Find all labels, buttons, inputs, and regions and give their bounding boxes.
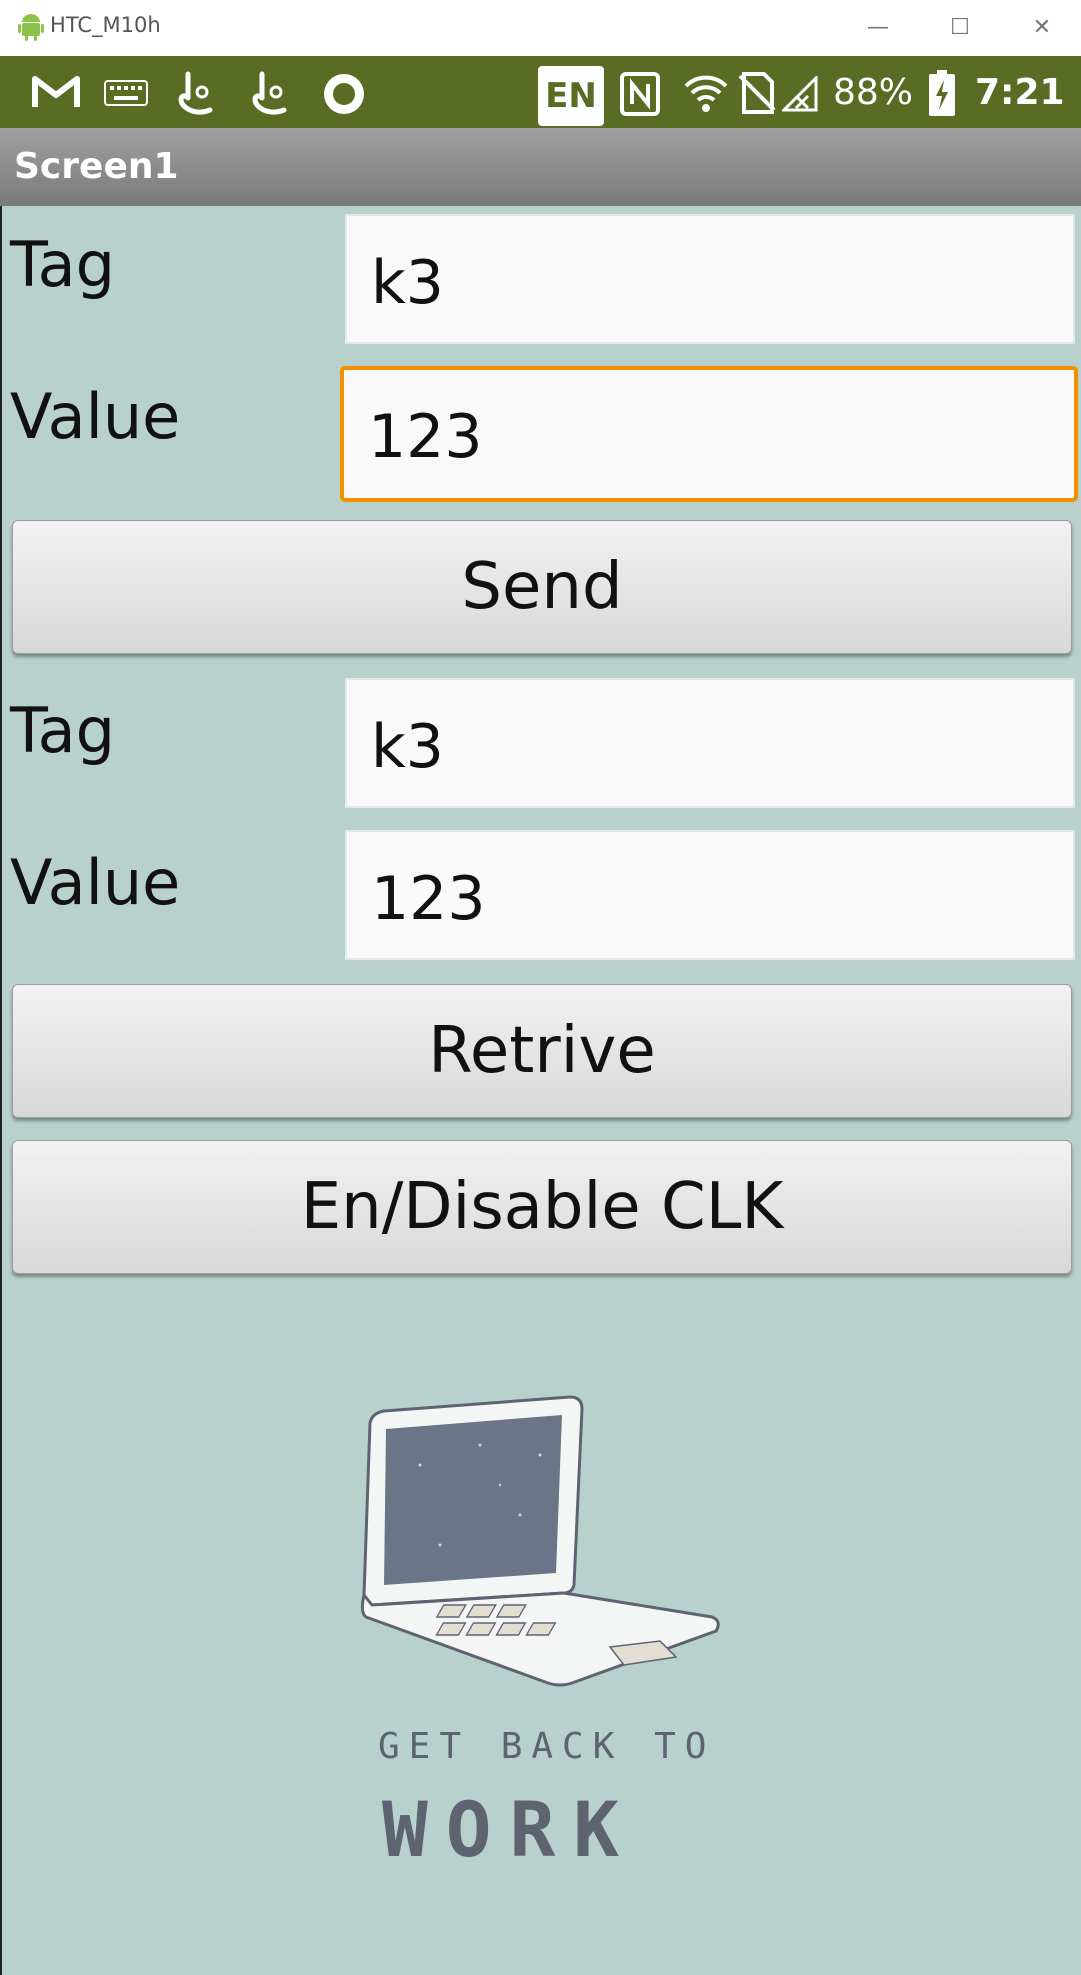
tag-label: Tag xyxy=(10,228,115,301)
clock: 7:21 xyxy=(975,72,1065,113)
value-input[interactable]: 123 xyxy=(340,366,1078,502)
touch-gesture-icon xyxy=(178,71,213,115)
clk-toggle-button[interactable]: En/Disable CLK xyxy=(12,1140,1072,1274)
maximize-icon[interactable]: ☐ xyxy=(940,10,980,46)
value-label: Value xyxy=(10,380,181,453)
value-input-2[interactable]: 123 xyxy=(345,830,1075,960)
right-edge xyxy=(1077,56,1081,1975)
ime-badge: EN xyxy=(538,66,604,126)
wifi-icon xyxy=(684,75,728,112)
tag-label-2: Tag xyxy=(10,694,115,767)
app-bar: Screen1 xyxy=(0,128,1081,206)
send-button[interactable]: Send xyxy=(12,520,1072,654)
no-signal-icon xyxy=(782,76,818,112)
value-label-2: Value xyxy=(10,846,181,919)
no-sim-icon xyxy=(738,72,776,114)
record-icon xyxy=(324,74,364,114)
battery-percent: 88% xyxy=(833,72,914,113)
gmail-icon xyxy=(32,76,80,107)
laptop-icon xyxy=(360,1395,720,1687)
retrieve-button[interactable]: Retrive xyxy=(12,984,1072,1118)
nfc-icon xyxy=(620,72,660,116)
close-icon[interactable]: ✕ xyxy=(1022,10,1062,46)
slogan-line-2: WORK xyxy=(382,1785,638,1874)
window-title: HTC_M10h xyxy=(50,13,161,37)
minimize-icon[interactable]: — xyxy=(858,10,898,46)
screen-title: Screen1 xyxy=(14,146,179,187)
window-titlebar: HTC_M10h — ☐ ✕ xyxy=(0,0,1081,56)
tag-input[interactable]: k3 xyxy=(345,214,1075,344)
android-icon xyxy=(18,14,44,41)
keyboard-icon xyxy=(104,80,148,106)
touch-gesture-icon-2 xyxy=(252,71,287,115)
battery-charging-icon xyxy=(929,70,955,116)
ime-label: EN xyxy=(545,76,597,116)
tag-input-2[interactable]: k3 xyxy=(345,678,1075,808)
slogan-line-1: GET BACK TO xyxy=(378,1726,716,1767)
